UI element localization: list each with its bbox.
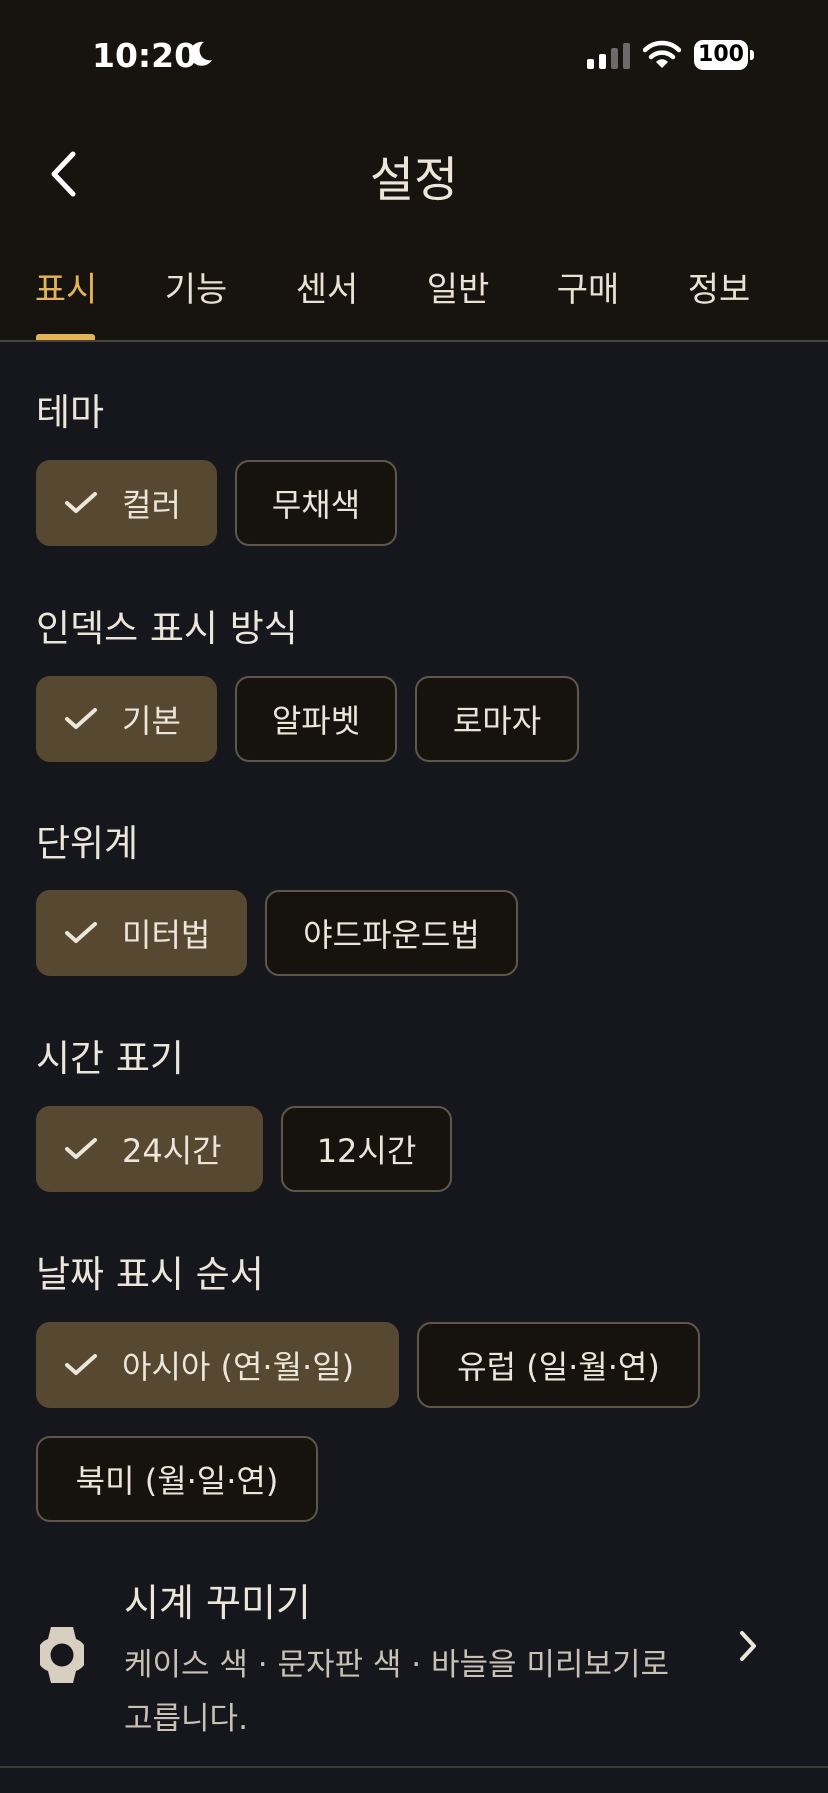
option-time-12h[interactable]: 12시간 [281, 1106, 452, 1192]
option-label: 기본 [122, 702, 181, 740]
tab-features[interactable]: 기능 [131, 262, 261, 340]
option-label: 야드파운드법 [303, 916, 480, 954]
top-bar: 10:20 100 설정 표시 기능 센서 일반 구매 정보 [0, 0, 828, 342]
chevron-right-icon [740, 1631, 756, 1661]
signal-icon [587, 43, 630, 69]
tab-sensors[interactable]: 센서 [262, 262, 392, 340]
section-index-label: 인덱스 표시 방식 [36, 607, 298, 650]
option-units-metric[interactable]: 미터법 [36, 890, 247, 976]
option-label: 유럽 (일·월·연) [457, 1348, 660, 1386]
option-date-north-america[interactable]: 북미 (월·일·연) [36, 1436, 318, 1522]
option-label: 12시간 [316, 1132, 417, 1170]
watch-customize-title: 시계 꾸미기 [124, 1581, 311, 1625]
option-index-basic[interactable]: 기본 [36, 676, 217, 762]
tab-bar: 표시 기능 센서 일반 구매 정보 [0, 262, 828, 340]
option-label: 미터법 [122, 916, 211, 954]
divider [0, 1766, 828, 1768]
section-units-label: 단위계 [36, 822, 139, 865]
section-date-order-label: 날짜 표시 순서 [36, 1253, 264, 1296]
option-index-alphabet[interactable]: 알파벳 [235, 676, 397, 762]
option-date-asia[interactable]: 아시아 (연·월·일) [36, 1322, 399, 1408]
section-theme-label: 테마 [36, 391, 105, 434]
tab-general[interactable]: 일반 [393, 262, 523, 340]
tab-purchase[interactable]: 구매 [523, 262, 653, 340]
watch-customize-row[interactable]: 시계 꾸미기 케이스 색 · 문자판 색 · 바늘을 미리보기로 고릅니다. [0, 1560, 828, 1760]
page-title: 설정 [369, 152, 459, 208]
option-time-24h[interactable]: 24시간 [36, 1106, 263, 1192]
option-theme-color[interactable]: 컬러 [36, 460, 217, 546]
option-date-europe[interactable]: 유럽 (일·월·연) [417, 1322, 700, 1408]
option-label: 아시아 (연·월·일) [122, 1348, 355, 1386]
check-icon [65, 922, 97, 943]
option-units-imperial[interactable]: 야드파운드법 [265, 890, 518, 976]
active-tab-indicator [36, 334, 95, 340]
tab-display[interactable]: 표시 [1, 262, 131, 340]
moon-icon [189, 41, 212, 66]
option-index-roman[interactable]: 로마자 [415, 676, 579, 762]
option-label: 컬러 [122, 486, 181, 524]
check-icon [65, 1138, 97, 1159]
option-label: 로마자 [452, 702, 542, 740]
option-label: 북미 (월·일·연) [75, 1462, 279, 1500]
option-label: 무채색 [271, 486, 361, 524]
battery-level: 100 [694, 40, 748, 70]
option-theme-monochrome[interactable]: 무채색 [235, 460, 397, 546]
wifi-icon [643, 40, 681, 68]
option-label: 알파벳 [271, 702, 361, 740]
check-icon [65, 708, 97, 729]
option-label: 24시간 [122, 1132, 222, 1170]
check-icon [65, 1354, 97, 1375]
watch-customize-description: 케이스 색 · 문자판 색 · 바늘을 미리보기로 고릅니다. [124, 1647, 670, 1737]
battery-icon: 100 [694, 40, 756, 72]
status-time: 10:20 [92, 36, 198, 75]
tab-info[interactable]: 정보 [654, 262, 784, 340]
section-time-label: 시간 표기 [36, 1037, 184, 1080]
watch-icon [40, 1627, 84, 1683]
check-icon [65, 492, 97, 513]
